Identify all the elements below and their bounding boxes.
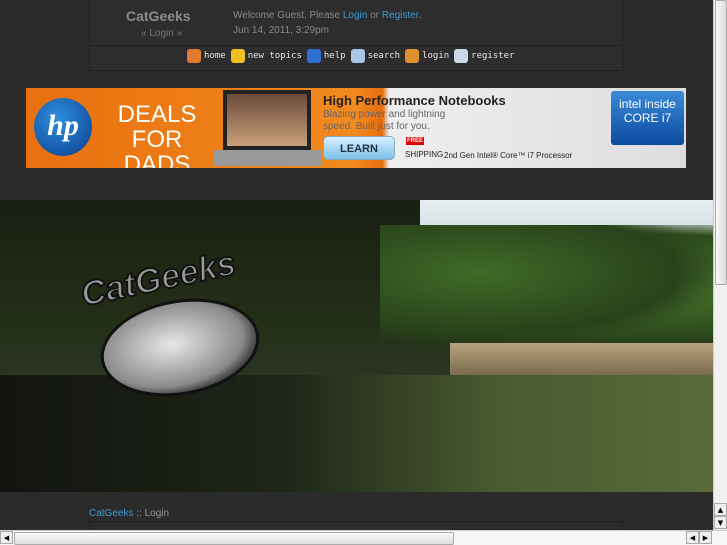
register-link[interactable]: Register (382, 10, 419, 21)
site-name: CatGeeks (126, 8, 191, 24)
welcome-prefix: Welcome Guest. Please (233, 10, 343, 21)
star-icon (230, 49, 245, 63)
current-date: Jun 14, 2011, 3:29pm (233, 25, 329, 36)
login-link[interactable]: Login (343, 10, 367, 21)
intel-badge: intel inside CORE i7 (611, 91, 684, 145)
nav-label: help (323, 51, 346, 61)
search-icon (350, 49, 365, 63)
nav-label: search (367, 51, 401, 61)
learn-more-button[interactable]: LEARN MORE » (323, 136, 395, 168)
nav-help[interactable]: help (306, 49, 346, 63)
period: . (418, 10, 422, 21)
nav-label: new topics (247, 51, 302, 61)
scroll-right-arrow-icon[interactable]: ▶ (699, 531, 712, 544)
hero-banner: CatGeeks (0, 200, 713, 492)
hp-advertisement-banner[interactable]: hp DEALS FOR DADS High Performance Noteb… (26, 88, 686, 168)
horizontal-scroll-thumb[interactable] (14, 532, 454, 545)
breadcrumb-home[interactable]: CatGeeks (89, 508, 133, 519)
laptop-base (214, 150, 322, 166)
nav-login[interactable]: login (405, 49, 449, 63)
ad-headline: DEALS FOR DADS (117, 101, 197, 168)
nav-label: home (204, 51, 226, 61)
help-icon (306, 49, 321, 63)
welcome-text: Welcome Guest. Please Login or Register. (233, 10, 421, 21)
river-bank (450, 343, 713, 375)
laptop-image (223, 90, 311, 150)
house-icon (187, 49, 201, 63)
login-icon (405, 49, 420, 63)
nav-register[interactable]: register (454, 49, 515, 63)
nav-new-topics[interactable]: new topics (230, 49, 302, 63)
nav-label: register (471, 51, 515, 61)
nav-divider (90, 45, 622, 46)
trees (380, 225, 713, 345)
processor-text: 2nd Gen Intel® Core™ i7 Processor (444, 151, 573, 160)
ad-subtitle: Blazing power and lightning speed. Built… (323, 109, 446, 132)
scroll-left-arrow-2-icon[interactable]: ◀ (686, 531, 699, 544)
breadcrumb-current: Login (144, 508, 170, 519)
hp-logo: hp (34, 98, 92, 156)
login-link-small[interactable]: « Login » (141, 28, 182, 39)
register-icon (454, 49, 469, 63)
nav-home[interactable]: home (187, 49, 226, 63)
breadcrumb: CatGeeks :: Login (89, 508, 169, 519)
shipping-text: SHIPPING (405, 150, 444, 159)
vertical-scrollbar[interactable]: ▲ ▼ (713, 0, 727, 530)
ad-title: High Performance Notebooks (323, 93, 506, 108)
river-water (0, 375, 713, 492)
or-text: or (367, 10, 382, 21)
header-box: CatGeeks « Login » Welcome Guest. Please… (89, 0, 623, 71)
horizontal-scrollbar[interactable]: ◀ ◀ ▶ (0, 530, 727, 545)
scroll-up-arrow-icon[interactable]: ▲ (714, 503, 727, 516)
scroll-down-arrow-icon[interactable]: ▼ (714, 516, 727, 529)
vertical-scroll-thumb[interactable] (715, 0, 727, 285)
nav-label: login (422, 51, 450, 61)
nav-bar: home new topics help search login register (187, 49, 515, 63)
nav-search[interactable]: search (350, 49, 401, 63)
free-badge: FREE (406, 137, 425, 145)
breadcrumb-sep: :: (133, 508, 145, 519)
scroll-left-arrow-icon[interactable]: ◀ (0, 531, 13, 544)
